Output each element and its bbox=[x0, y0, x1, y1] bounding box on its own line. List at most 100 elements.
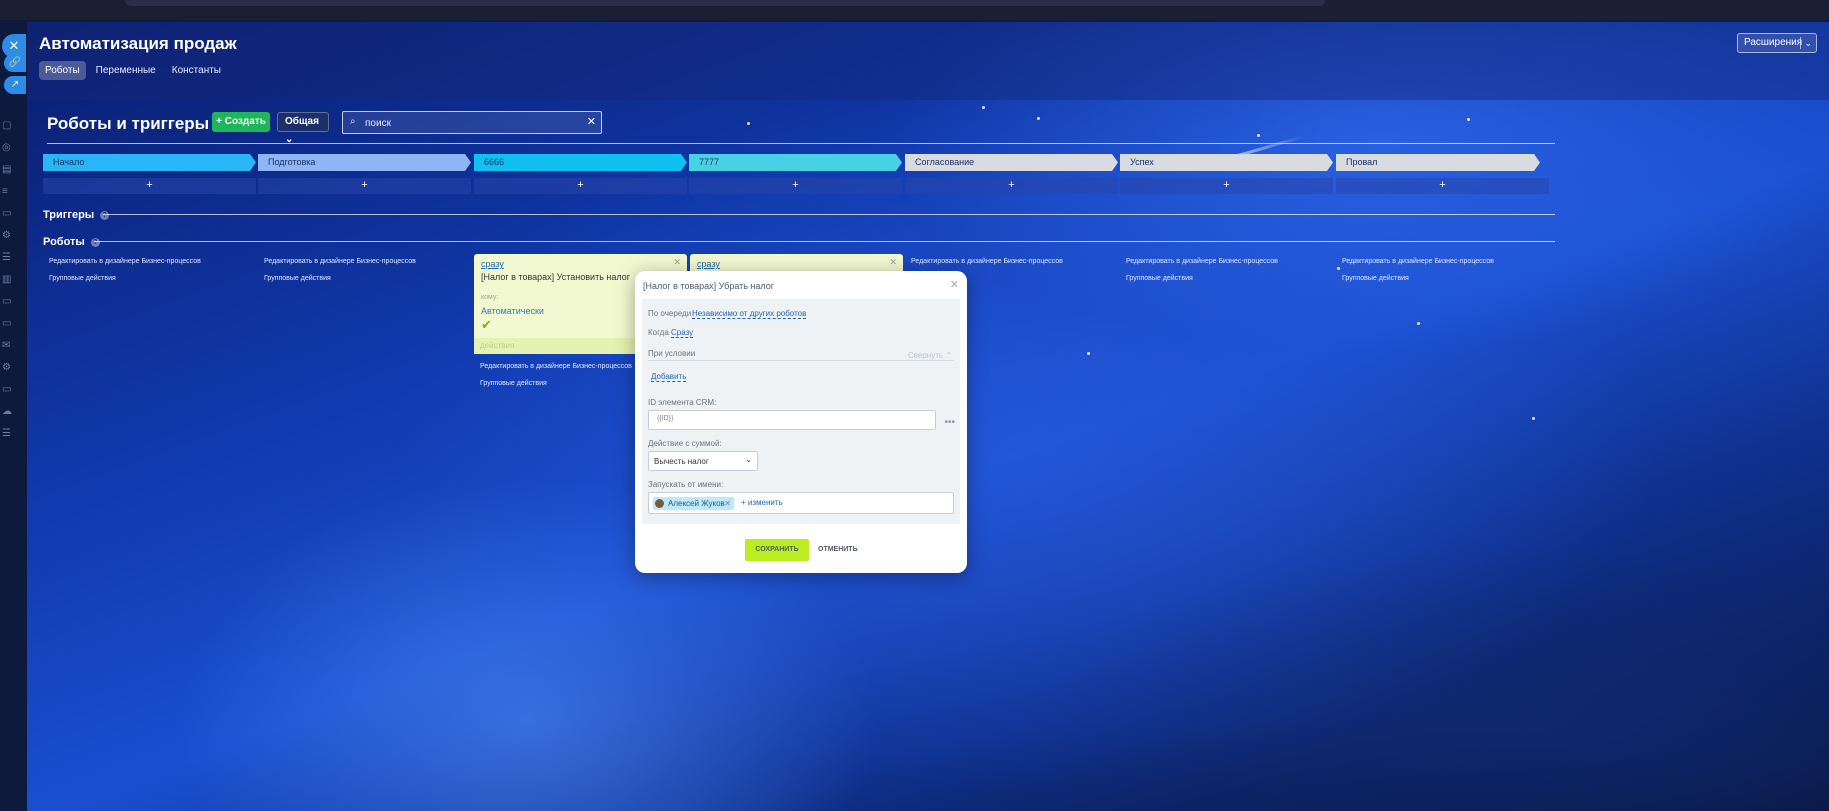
group-actions-link[interactable]: Групповые действия bbox=[480, 380, 547, 387]
condition-label: При условии bbox=[648, 349, 696, 358]
user-name: Алексей Жуков bbox=[668, 499, 725, 508]
page-title: Автоматизация продаж bbox=[39, 34, 237, 53]
external-link-icon[interactable]: ↗ bbox=[4, 76, 26, 94]
chevron-down-icon: ⌄ bbox=[745, 455, 752, 464]
star bbox=[982, 106, 985, 109]
group-actions-link[interactable]: Групповые действия bbox=[264, 275, 331, 282]
automation-slider: Автоматизация продаж Расширения ⌄ Роботы… bbox=[27, 22, 1829, 811]
cloud-icon: ☁ bbox=[2, 406, 12, 417]
close-icon[interactable]: ✕ bbox=[889, 257, 897, 268]
background-topbar bbox=[0, 0, 1829, 20]
stages-row: Начало Подготовка 6666 7777 Согласование… bbox=[43, 154, 1553, 171]
doc-icon: ▭ bbox=[2, 208, 12, 219]
cancel-button[interactable]: ОТМЕНИТЬ bbox=[818, 546, 858, 553]
stage-preparation[interactable]: Подготовка bbox=[258, 154, 471, 171]
chevron-down-icon: ⌄ bbox=[1804, 38, 1812, 48]
robot-when-link[interactable]: сразу bbox=[697, 259, 720, 269]
group-actions-link[interactable]: Групповые действия bbox=[1126, 275, 1193, 282]
section-title: Роботы и триггеры bbox=[47, 114, 210, 133]
add-trigger-button[interactable]: + bbox=[258, 178, 471, 194]
left-rail: ▢ ◎ ▤ ≡ ▭ ⚙ ☰ ▥ ▭ ▭ ✉ ⚙ ▭ ☁ ☰ bbox=[0, 20, 27, 811]
more-icon[interactable]: ••• bbox=[944, 417, 955, 428]
robot-settings-dialog: [Налог в товарах] Убрать налог ✕ По очер… bbox=[635, 271, 967, 573]
extensions-label: Расширения bbox=[1744, 37, 1803, 48]
list-icon: ☰ bbox=[2, 252, 11, 263]
help-icon[interactable]: ? bbox=[90, 237, 100, 247]
search-input[interactable] bbox=[365, 115, 585, 131]
group-actions-link[interactable]: Групповые действия bbox=[49, 275, 116, 282]
edit-in-designer-link[interactable]: Редактировать в дизайнере Бизнес-процесс… bbox=[480, 363, 632, 370]
add-condition-link[interactable]: Добавить bbox=[651, 372, 687, 382]
group-actions-link[interactable]: Групповые действия bbox=[1342, 275, 1409, 282]
user-tag[interactable]: Алексей Жуков ✕ bbox=[653, 497, 734, 510]
search-box[interactable]: ⌕ ✕ bbox=[342, 111, 602, 134]
tab-variables[interactable]: Переменные bbox=[90, 61, 162, 80]
robots-label-text: Роботы bbox=[43, 236, 85, 248]
edit-in-designer-link[interactable]: Редактировать в дизайнере Бизнес-процесс… bbox=[911, 258, 1063, 265]
sum-action-value: Вычесть налог bbox=[654, 457, 709, 466]
change-user-link[interactable]: + изменить bbox=[741, 498, 783, 507]
save-button[interactable]: СОХРАНИТЬ bbox=[745, 539, 809, 561]
search-icon: ⌕ bbox=[350, 116, 356, 127]
tab-constants[interactable]: Константы bbox=[166, 61, 227, 80]
link-icon[interactable]: 🔗 bbox=[4, 54, 26, 72]
robot-to-label: кому: bbox=[481, 294, 499, 301]
edit-in-designer-link[interactable]: Редактировать в дизайнере Бизнес-процесс… bbox=[49, 258, 201, 265]
edit-in-designer-link[interactable]: Редактировать в дизайнере Бизнес-процесс… bbox=[1342, 258, 1494, 265]
shop-icon: ▤ bbox=[2, 164, 12, 175]
crm-id-field[interactable] bbox=[648, 410, 936, 430]
crm-id-input[interactable] bbox=[657, 415, 907, 422]
stage-start[interactable]: Начало bbox=[43, 154, 256, 171]
create-button[interactable]: + Создать bbox=[212, 112, 270, 132]
clear-icon[interactable]: ✕ bbox=[587, 115, 596, 128]
close-icon[interactable]: ✕ bbox=[950, 278, 959, 291]
stage-success[interactable]: Успех bbox=[1120, 154, 1333, 171]
stage-7777[interactable]: 7777 bbox=[689, 154, 902, 171]
edit-in-designer-link[interactable]: Редактировать в дизайнере Бизнес-процесс… bbox=[264, 258, 416, 265]
star bbox=[747, 122, 750, 125]
gear-icon: ⚙ bbox=[2, 230, 11, 241]
divider bbox=[648, 360, 954, 361]
gear-icon: ⚙ bbox=[2, 362, 11, 373]
star bbox=[1467, 118, 1470, 121]
close-icon[interactable]: ✕ bbox=[673, 257, 681, 268]
cart-icon: ▢ bbox=[2, 120, 12, 131]
queue-link[interactable]: Независимо от других роботов bbox=[692, 309, 807, 319]
general-dropdown[interactable]: Общая ⌄ bbox=[277, 112, 329, 145]
when-label: Когда bbox=[648, 328, 669, 337]
doc-icon: ▭ bbox=[2, 384, 12, 395]
mail-icon: ✉ bbox=[2, 340, 11, 351]
when-link[interactable]: Сразу bbox=[671, 328, 694, 338]
stage-failure[interactable]: Провал bbox=[1336, 154, 1540, 171]
star bbox=[1037, 117, 1040, 120]
robot-when-link[interactable]: сразу bbox=[481, 259, 504, 269]
dialog-title: [Налог в товарах] Убрать налог bbox=[643, 281, 775, 291]
extensions-button[interactable]: Расширения ⌄ bbox=[1737, 33, 1817, 53]
add-trigger-button[interactable]: + bbox=[474, 178, 687, 194]
help-icon[interactable]: ? bbox=[100, 210, 110, 220]
add-trigger-button[interactable]: + bbox=[1120, 178, 1333, 194]
star bbox=[1417, 322, 1420, 325]
run-as-field[interactable]: Алексей Жуков ✕ + изменить bbox=[648, 492, 954, 514]
add-trigger-button[interactable]: + bbox=[43, 178, 256, 194]
robot-to-value: Автоматически bbox=[481, 306, 544, 316]
add-trigger-button[interactable]: + bbox=[905, 178, 1118, 194]
add-trigger-button[interactable]: + bbox=[689, 178, 902, 194]
doc-icon: ▭ bbox=[2, 318, 12, 329]
stage-6666[interactable]: 6666 bbox=[474, 154, 687, 171]
collapse-label: Свернуть bbox=[907, 351, 944, 360]
tab-robots[interactable]: Роботы bbox=[39, 61, 86, 80]
edit-in-designer-link[interactable]: Редактировать в дизайнере Бизнес-процесс… bbox=[1126, 258, 1278, 265]
queue-label: По очереди bbox=[648, 309, 692, 318]
collapse-toggle[interactable]: Свернуть ⌃ bbox=[908, 351, 952, 360]
remove-user-icon[interactable]: ✕ bbox=[724, 497, 731, 510]
sum-action-select[interactable]: Вычесть налог ⌄ bbox=[648, 451, 758, 471]
triggers-label: Триггеры? bbox=[43, 209, 110, 221]
check-icon: ✔ bbox=[481, 317, 492, 332]
add-trigger-button[interactable]: + bbox=[1336, 178, 1549, 194]
triggers-label-text: Триггеры bbox=[43, 209, 95, 221]
dialog-body: По очереди Независимо от других роботов … bbox=[642, 299, 960, 524]
target-icon: ◎ bbox=[2, 142, 11, 153]
robot-name: [Налог в товарах] Установить налог bbox=[481, 272, 631, 282]
stage-approval[interactable]: Согласование bbox=[905, 154, 1118, 171]
